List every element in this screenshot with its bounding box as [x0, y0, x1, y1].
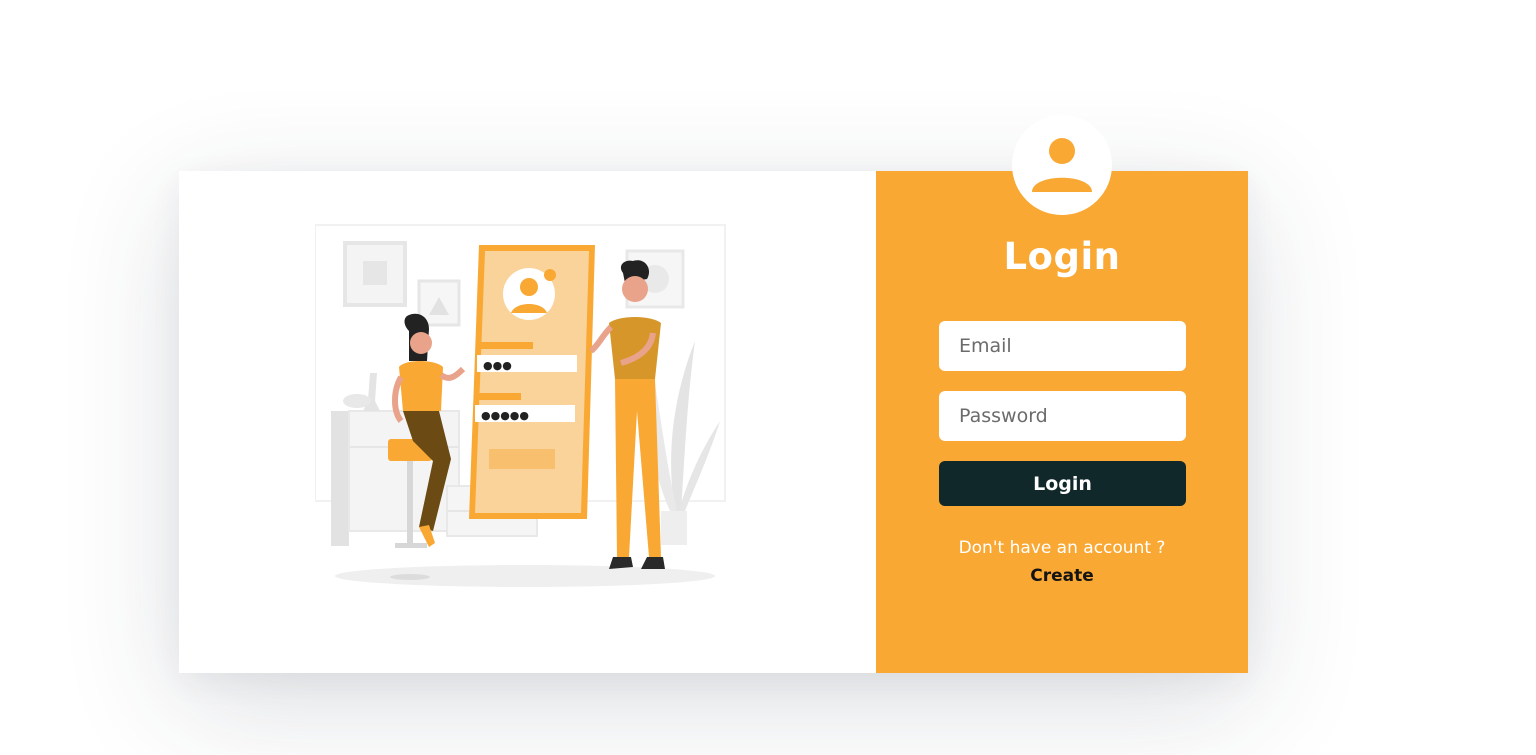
illustration-pane: ●●● ●●●●● [179, 171, 876, 673]
email-input[interactable] [939, 321, 1186, 371]
create-account-link[interactable]: Create [876, 566, 1248, 586]
login-illustration: ●●● ●●●●● [315, 224, 726, 587]
user-avatar [1012, 115, 1112, 215]
login-title: Login [1003, 235, 1121, 278]
login-form-pane: Login Login Don't have an account ? Crea… [876, 115, 1248, 673]
login-button[interactable]: Login [939, 461, 1186, 506]
password-input[interactable] [939, 391, 1186, 441]
login-card: ●●● ●●●●● Login Email Login Don't have a… [179, 115, 1248, 673]
password-dots-bottom: ●●●●● [481, 409, 529, 422]
user-icon [1032, 138, 1092, 192]
signup-prompt: Don't have an account ? [958, 538, 1166, 558]
password-dots-top: ●●● [483, 359, 512, 372]
